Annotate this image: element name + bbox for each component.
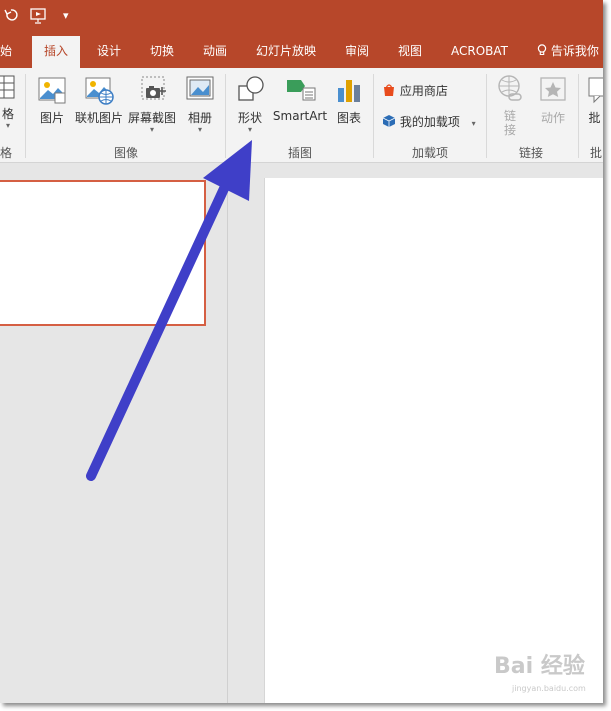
annotation-arrow: [86, 140, 252, 481]
powerpoint-window: ▾ 始 插入 设计 切换 动画 幻灯片放映 审阅 视图 ACROBAT 告诉我你…: [0, 0, 603, 703]
baidu-watermark-logo: Bai 经验: [494, 654, 585, 679]
baidu-watermark-url: jingyan.baidu.com: [512, 684, 586, 693]
